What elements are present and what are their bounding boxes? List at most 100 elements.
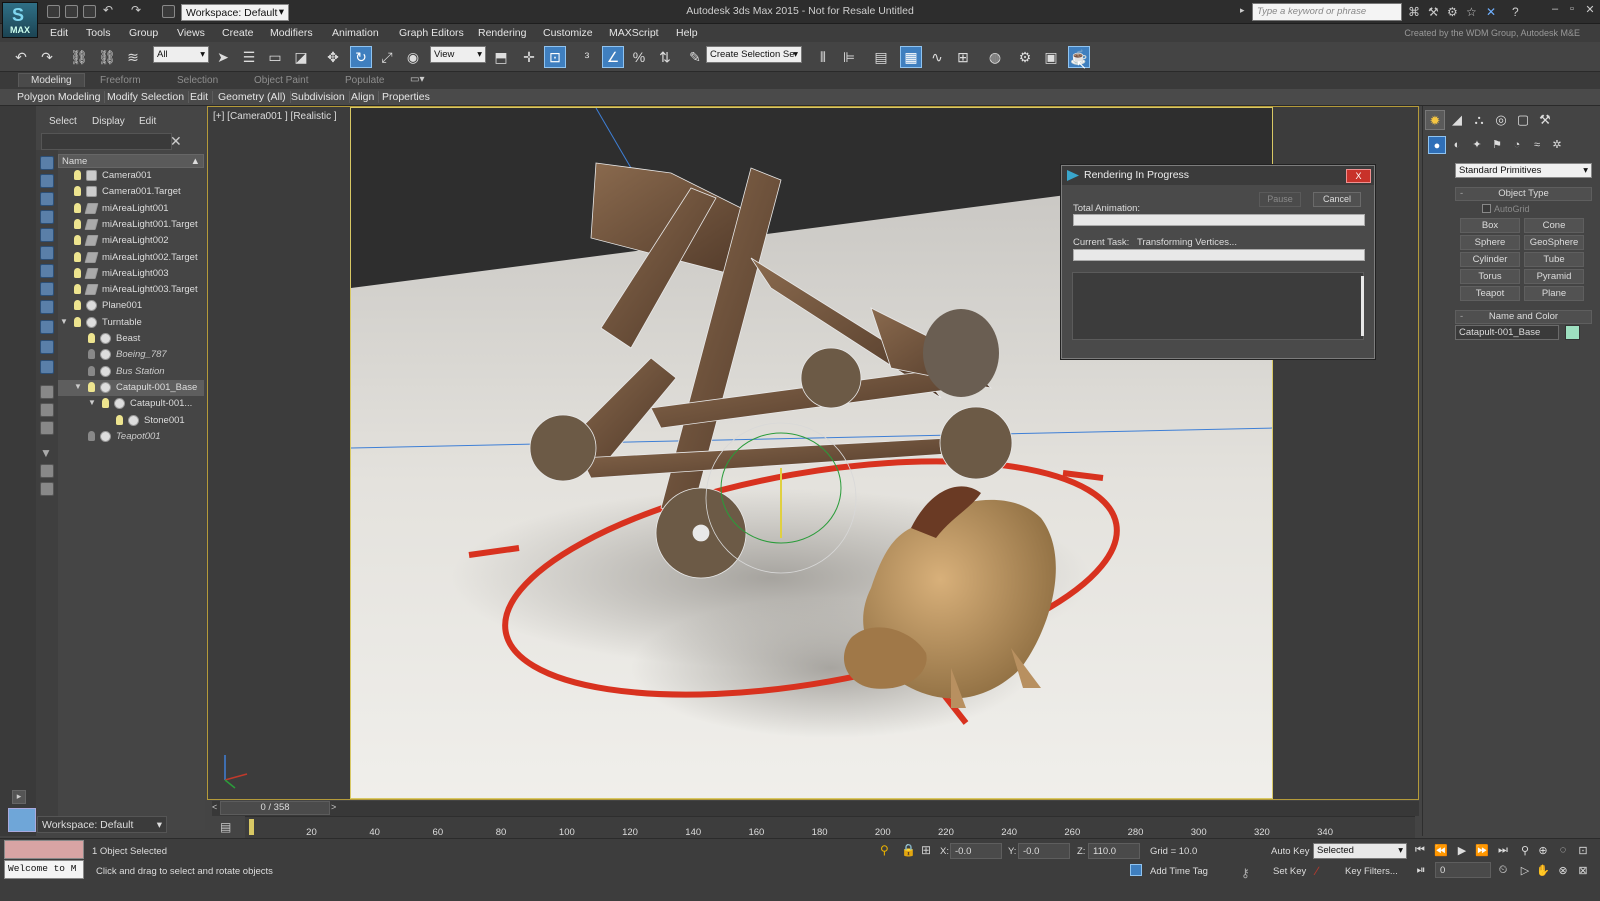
tab-freeform[interactable]: Freeform xyxy=(100,75,141,86)
menu-edit[interactable]: Edit xyxy=(50,27,68,39)
tree-row[interactable]: miAreaLight001 xyxy=(58,201,204,217)
align-icon[interactable]: ⊫ xyxy=(838,46,860,68)
geometry-category-icon[interactable]: ● xyxy=(1428,136,1446,154)
menu-group[interactable]: Group xyxy=(129,27,158,39)
torus-button[interactable]: Torus xyxy=(1460,269,1520,284)
close-icon[interactable]: ✕ xyxy=(1581,3,1599,19)
favorites-star-icon[interactable]: ☆ xyxy=(1466,5,1477,19)
visibility-bulb-icon[interactable] xyxy=(74,170,81,180)
tree-row[interactable]: Boeing_787 xyxy=(58,347,204,363)
motion-tab-icon[interactable]: ◎ xyxy=(1491,110,1511,130)
shapes-category-icon[interactable]: ◐ xyxy=(1448,136,1466,154)
display-cameras-icon[interactable] xyxy=(40,210,54,224)
undo-icon[interactable]: ↶ xyxy=(10,46,32,68)
menu-help[interactable]: Help xyxy=(676,27,698,39)
maxscript-listener-input[interactable] xyxy=(4,840,84,859)
select-place-icon[interactable]: ◉ xyxy=(402,46,424,68)
bind-space-warp-icon[interactable]: ≋ xyxy=(122,46,144,68)
redo-icon[interactable]: ↷ xyxy=(36,46,58,68)
display-bones-icon[interactable] xyxy=(40,300,54,314)
y-coordinate-field[interactable]: -0.0 xyxy=(1018,843,1070,859)
visibility-bulb-icon[interactable] xyxy=(74,300,81,311)
toggle-ribbon-icon[interactable]: ▦ xyxy=(900,46,922,68)
panel-properties[interactable]: Properties xyxy=(378,91,434,103)
tab-modeling[interactable]: Modeling xyxy=(18,73,85,87)
new-scene-icon[interactable] xyxy=(47,5,60,18)
tree-row[interactable]: Camera001 xyxy=(58,168,204,184)
tab-object-paint[interactable]: Object Paint xyxy=(254,75,308,86)
display-frozen-icon[interactable] xyxy=(40,340,54,354)
previous-key-icon[interactable]: ⏪ xyxy=(1433,844,1449,857)
menu-animation[interactable]: Animation xyxy=(332,27,379,39)
application-button[interactable]: S MAX xyxy=(2,2,38,38)
selection-filter-dropdown[interactable]: All ▾ xyxy=(153,46,209,63)
panel-align[interactable]: Align xyxy=(347,91,380,103)
tree-row[interactable]: Plane001 xyxy=(58,298,204,314)
box-button[interactable]: Box xyxy=(1460,218,1520,233)
visibility-bulb-icon[interactable] xyxy=(102,398,109,409)
selection-lock-icon[interactable]: 🔒 xyxy=(901,843,916,857)
x-coordinate-field[interactable]: -0.0 xyxy=(950,843,1002,859)
select-manipulate-icon[interactable]: ✛ xyxy=(518,46,540,68)
auto-key-button[interactable]: Auto Key xyxy=(1271,846,1310,857)
create-tab-icon[interactable]: ✹ xyxy=(1425,110,1445,130)
mini-curve-editor-icon[interactable]: ▤ xyxy=(220,820,231,834)
communication-center-icon[interactable]: ⚙ xyxy=(1447,5,1458,19)
z-coordinate-field[interactable]: 110.0 xyxy=(1088,843,1140,859)
pause-button[interactable]: Pause xyxy=(1259,192,1301,207)
render-log-area[interactable] xyxy=(1072,272,1364,340)
visibility-bulb-icon[interactable] xyxy=(74,267,81,278)
tree-row[interactable]: ▼ Turntable xyxy=(58,315,204,331)
rectangular-selection-icon[interactable]: ▭ xyxy=(264,46,286,68)
set-key-button[interactable]: Set Key xyxy=(1273,866,1306,877)
add-time-tag-button[interactable]: Add Time Tag xyxy=(1150,866,1208,877)
sphere-button[interactable]: Sphere xyxy=(1460,235,1520,250)
tree-row[interactable]: miAreaLight001.Target xyxy=(58,217,204,233)
tree-row[interactable]: ▼ Catapult-001... xyxy=(58,396,204,412)
cone-button[interactable]: Cone xyxy=(1524,218,1584,233)
help-icon[interactable]: ? xyxy=(1512,5,1519,19)
clear-search-icon[interactable]: ✕ xyxy=(170,133,182,150)
visibility-bulb-icon[interactable] xyxy=(74,186,81,197)
hierarchy-icon[interactable] xyxy=(40,464,54,478)
geosphere-button[interactable]: GeoSphere xyxy=(1524,235,1584,250)
visibility-bulb-icon[interactable] xyxy=(74,235,81,246)
next-frame-icon[interactable]: > xyxy=(331,802,336,812)
save-file-icon[interactable] xyxy=(83,5,96,18)
dialog-title-bar[interactable]: Rendering In Progress xyxy=(1062,166,1374,185)
visibility-bulb-icon[interactable] xyxy=(74,316,81,327)
lights-category-icon[interactable]: ✦ xyxy=(1468,136,1486,154)
visibility-bulb-icon[interactable] xyxy=(88,430,95,441)
restore-icon[interactable]: ▫ xyxy=(1563,3,1581,19)
expand-toggle-icon[interactable]: ▼ xyxy=(74,382,82,391)
invert-display-icon[interactable] xyxy=(40,421,54,435)
minimize-icon[interactable]: – xyxy=(1546,3,1564,19)
cylinder-button[interactable]: Cylinder xyxy=(1460,252,1520,267)
panel-modify-selection[interactable]: Modify Selection xyxy=(103,91,190,103)
curve-editor-icon[interactable]: ∿ xyxy=(926,46,948,68)
named-selection-dropdown[interactable]: Create Selection Se ▾ xyxy=(706,46,802,63)
tab-populate[interactable]: Populate xyxy=(345,75,384,86)
current-frame-field[interactable]: 0 xyxy=(1435,862,1491,878)
track-bar[interactable] xyxy=(245,816,1415,838)
tree-row[interactable]: Camera001.Target xyxy=(58,184,204,200)
display-groups-icon[interactable] xyxy=(40,264,54,278)
object-name-field[interactable]: Catapult-001_Base xyxy=(1455,325,1559,340)
select-scale-icon[interactable]: ⤢ xyxy=(376,46,398,68)
binoculars-icon[interactable]: ⌘ xyxy=(1408,5,1420,19)
mirror-icon[interactable]: ⫴ xyxy=(812,46,834,68)
open-file-icon[interactable] xyxy=(65,5,78,18)
workspace-dropdown[interactable]: Workspace: Default ▾ xyxy=(181,4,289,21)
layout-thumbnail[interactable] xyxy=(8,808,36,832)
display-geometry-icon[interactable] xyxy=(40,156,54,170)
display-none-icon[interactable] xyxy=(40,403,54,417)
viewport-toggle-icon[interactable]: ⊠ xyxy=(1575,864,1591,877)
snaps-toggle-icon[interactable]: ³ xyxy=(576,46,598,68)
modify-tab-icon[interactable]: ◢ xyxy=(1447,110,1467,130)
panel-polygon-modeling[interactable]: Polygon Modeling xyxy=(13,91,106,103)
display-xrefs-icon[interactable] xyxy=(40,282,54,296)
tree-row[interactable]: miAreaLight002 xyxy=(58,233,204,249)
absolute-mode-icon[interactable]: ⊞ xyxy=(921,843,931,857)
edit-named-selection-icon[interactable]: ✎ xyxy=(684,46,706,68)
visibility-bulb-icon[interactable] xyxy=(88,333,95,343)
